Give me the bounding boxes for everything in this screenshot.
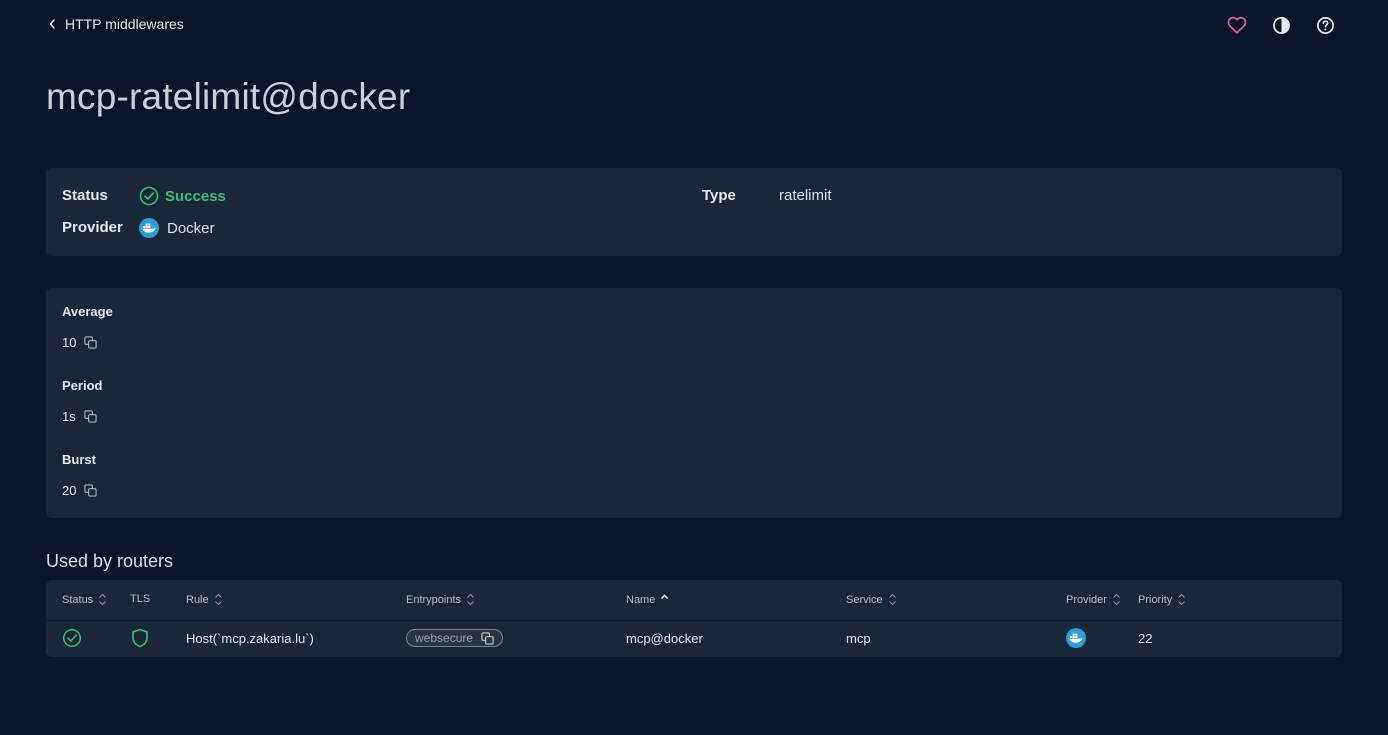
sort-icon bbox=[1178, 593, 1186, 606]
column-header-label: Service bbox=[846, 593, 883, 606]
page: HTTP middlewares mcp-ratelimit@docker St… bbox=[0, 0, 1388, 735]
column-header-entrypoints[interactable]: Entrypoints bbox=[406, 593, 475, 606]
check-circle-icon bbox=[139, 186, 159, 206]
page-title: mcp-ratelimit@docker bbox=[46, 76, 411, 117]
column-header-label: Rule bbox=[186, 593, 209, 606]
provider-label: Provider bbox=[62, 219, 123, 236]
row-tls-cell bbox=[131, 628, 149, 648]
provider-row: Provider bbox=[62, 219, 123, 236]
copy-icon[interactable] bbox=[84, 410, 97, 423]
copy-icon[interactable] bbox=[84, 336, 98, 349]
routers-table: Status TLS Rule Entrypoints Name Service… bbox=[46, 580, 1342, 657]
provider-value-group: Docker bbox=[139, 218, 215, 238]
type-label: Type bbox=[702, 187, 736, 204]
period-value: 1s bbox=[62, 409, 76, 424]
column-header-label: Name bbox=[626, 593, 656, 606]
column-header-label: Priority bbox=[1138, 593, 1173, 606]
routers-section-title: Used by routers bbox=[46, 551, 174, 571]
row-service-cell: mcp bbox=[846, 630, 871, 646]
period-row: 1s bbox=[62, 409, 97, 424]
header-actions bbox=[1226, 14, 1336, 36]
type-value: ratelimit bbox=[779, 187, 832, 204]
table-divider bbox=[46, 620, 1342, 621]
sort-icon bbox=[888, 593, 896, 606]
summary-card: Status Success Provider Docker Type rate… bbox=[46, 168, 1342, 256]
row-provider-cell bbox=[1066, 628, 1086, 648]
burst-label: Burst bbox=[62, 452, 96, 467]
status-value-group: Success bbox=[139, 186, 226, 206]
entrypoint-label: websecure bbox=[415, 631, 474, 645]
column-header-priority[interactable]: Priority bbox=[1138, 593, 1186, 606]
type-value-group: ratelimit bbox=[779, 187, 832, 204]
burst-value: 20 bbox=[62, 483, 77, 498]
sort-ascending-icon bbox=[661, 594, 669, 600]
average-row: 10 bbox=[62, 335, 98, 350]
sort-icon bbox=[99, 593, 107, 606]
column-header-tls: TLS bbox=[130, 593, 150, 605]
column-header-name[interactable]: Name bbox=[626, 593, 669, 606]
column-header-label: TLS bbox=[130, 593, 151, 605]
column-header-label: Entrypoints bbox=[406, 593, 462, 606]
docker-icon bbox=[1066, 628, 1086, 648]
sort-icon bbox=[467, 593, 474, 606]
status-row: Status bbox=[62, 187, 108, 204]
back-link-label: HTTP middlewares bbox=[65, 16, 184, 32]
help-icon[interactable] bbox=[1314, 14, 1336, 36]
copy-icon[interactable] bbox=[481, 631, 494, 645]
heart-icon[interactable] bbox=[1226, 14, 1248, 36]
column-header-rule[interactable]: Rule bbox=[186, 593, 223, 606]
copy-icon[interactable] bbox=[84, 484, 98, 497]
check-circle-icon bbox=[62, 628, 82, 648]
average-label: Average bbox=[62, 304, 113, 319]
column-header-label: Provider bbox=[1066, 593, 1107, 606]
row-rule-cell: Host(`mcp.zakaria.lu`) bbox=[186, 630, 314, 646]
sort-icon bbox=[1113, 593, 1120, 606]
back-link[interactable]: HTTP middlewares bbox=[48, 16, 184, 32]
sort-icon bbox=[214, 593, 222, 606]
status-label: Status bbox=[62, 187, 108, 204]
chevron-left-icon bbox=[49, 19, 55, 29]
shield-icon bbox=[132, 628, 148, 648]
burst-row: 20 bbox=[62, 483, 98, 498]
column-header-provider[interactable]: Provider bbox=[1066, 593, 1121, 606]
average-value: 10 bbox=[62, 335, 77, 350]
row-priority-cell: 22 bbox=[1138, 630, 1153, 646]
entrypoint-pill: websecure bbox=[406, 629, 504, 647]
config-card: Average 10 Period 1s Burst 20 bbox=[46, 288, 1342, 518]
row-entrypoints-cell: websecure bbox=[406, 628, 504, 648]
row-name-cell: mcp@docker bbox=[626, 630, 703, 646]
column-header-service[interactable]: Service bbox=[846, 593, 897, 606]
column-header-label: Status bbox=[62, 593, 94, 606]
status-value: Success bbox=[165, 187, 226, 205]
provider-value: Docker bbox=[167, 219, 215, 237]
row-status-cell bbox=[62, 628, 82, 648]
docker-icon bbox=[139, 218, 159, 238]
type-row: Type bbox=[702, 187, 736, 204]
contrast-icon[interactable] bbox=[1270, 14, 1292, 36]
column-header-status[interactable]: Status bbox=[62, 593, 107, 606]
period-label: Period bbox=[62, 378, 103, 393]
